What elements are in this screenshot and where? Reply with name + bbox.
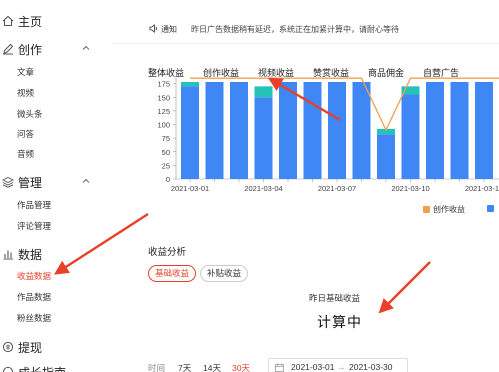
sidebar-item-growth[interactable]: 成长指南: [0, 362, 112, 372]
bar-creation-revenue: [230, 82, 248, 179]
sidebar-group-data[interactable]: 数据: [0, 244, 112, 266]
layers-icon: [2, 176, 14, 188]
date-start: 2021-03-01: [291, 362, 335, 372]
sidebar-item-label: 成长指南: [18, 364, 66, 372]
sidebar-item-fans-data[interactable]: 粉丝数据: [17, 312, 51, 324]
bar-creation-revenue: [254, 97, 273, 179]
x-tick-label: 2021-03-04: [244, 184, 282, 193]
bar-creation-revenue: [181, 86, 199, 179]
bar-creation-revenue: [303, 82, 322, 179]
legend-swatch: [487, 205, 494, 212]
y-tick-label: 125: [157, 107, 170, 116]
sidebar-group-manage[interactable]: 管理: [0, 172, 112, 194]
sidebar-group-label: 创作: [18, 43, 43, 57]
sidebar-item-home[interactable]: 主页: [0, 11, 112, 33]
legend-label: 创作收益: [433, 205, 465, 214]
calendar-icon: [275, 363, 284, 372]
tab-subsidy-revenue[interactable]: 补贴收益: [200, 265, 249, 282]
bar-creation-revenue: [475, 82, 493, 179]
range-7-days[interactable]: 7天: [178, 362, 191, 372]
coin-icon: [2, 341, 14, 353]
chevron-up-icon[interactable]: [82, 44, 90, 52]
y-tick-label: 175: [157, 80, 170, 89]
legend-item-creation[interactable]: 创作收益: [423, 204, 465, 215]
yesterday-basic-revenue-value: 计算中: [317, 314, 362, 330]
range-30-days[interactable]: 30天: [232, 362, 250, 372]
revenue-chart: 0 25 50 75 100 125 150 175 2021-03-01 2021-03-04 2…: [157, 76, 499, 193]
legend-item-secondary[interactable]: [487, 204, 497, 213]
sidebar-group-label: 管理: [18, 176, 43, 190]
bar-creation-revenue: [205, 82, 224, 179]
x-tick-label: 2021-03-01: [171, 184, 209, 193]
sidebar-item-works-data[interactable]: 作品数据: [17, 291, 51, 303]
y-tick-label: 50: [162, 148, 170, 157]
compass-icon: [2, 366, 14, 372]
sidebar-item-audio[interactable]: 音频: [17, 148, 34, 160]
x-tick-label: 2021-03-07: [318, 184, 356, 193]
range-14-days[interactable]: 14天: [203, 362, 221, 372]
revenue-analysis-title: 收益分析: [148, 247, 187, 258]
yesterday-basic-revenue-label: 昨日基础收益: [309, 293, 361, 303]
sidebar-item-weitoutiao[interactable]: 微头条: [17, 108, 43, 120]
sidebar-item-article[interactable]: 文章: [17, 66, 34, 78]
y-tick-label: 0: [166, 175, 170, 184]
bar-creation-revenue: [426, 82, 444, 179]
sidebar-item-works-manage[interactable]: 作品管理: [17, 199, 51, 211]
bar-creation-revenue: [279, 82, 297, 179]
bar-secondary-revenue: [181, 82, 199, 87]
sidebar-item-label: 提现: [18, 341, 43, 355]
bar-creation-revenue: [377, 134, 395, 179]
y-tick-label: 100: [157, 121, 170, 130]
sidebar-group-create[interactable]: 创作: [0, 39, 112, 61]
notice-bar: 通知 昨日广告数据稍有延迟，系统正在加紧计算中，请耐心等待: [112, 14, 499, 44]
chevron-up-icon[interactable]: [82, 177, 90, 185]
date-separator: →: [337, 362, 346, 372]
bar-secondary-revenue: [254, 86, 273, 98]
bar-creation-revenue: [450, 82, 469, 179]
y-tick-label: 75: [162, 134, 170, 143]
speaker-icon: [149, 24, 157, 33]
sidebar-item-video[interactable]: 视频: [17, 87, 34, 99]
bar-creation-revenue: [328, 82, 346, 179]
sidebar-item-label: 主页: [18, 15, 43, 29]
pen-icon: [3, 43, 14, 55]
time-range-label: 时间: [148, 363, 166, 372]
sidebar-item-qa[interactable]: 问答: [17, 128, 34, 140]
date-range-picker[interactable]: 2021-03-01 → 2021-03-30: [268, 358, 408, 372]
x-tick-label: 2021-03-13: [465, 184, 499, 193]
bar-chart-icon: [3, 250, 13, 260]
notice-message: 昨日广告数据稍有延迟，系统正在加紧计算中，请耐心等待: [191, 25, 399, 34]
sidebar-item-revenue-data[interactable]: 收益数据: [17, 270, 51, 282]
date-end: 2021-03-30: [349, 362, 393, 372]
sidebar-item-withdraw[interactable]: 提现: [0, 337, 112, 359]
sidebar: 主页 创作 文章 视频 微头条 问答 音频 管理 作品管理 评论管理 数据 收益…: [0, 0, 112, 372]
notice-tag: 通知: [161, 25, 177, 34]
tab-basic-revenue[interactable]: 基础收益: [148, 265, 197, 282]
home-icon: [2, 15, 14, 27]
bar-creation-revenue: [401, 94, 420, 179]
legend-swatch: [423, 206, 430, 213]
sidebar-item-comments-manage[interactable]: 评论管理: [17, 220, 51, 232]
y-tick-label: 150: [157, 93, 170, 102]
bar-creation-revenue: [352, 82, 371, 179]
sidebar-group-label: 数据: [18, 248, 43, 262]
y-tick-label: 25: [162, 161, 170, 170]
x-tick-label: 2021-03-10: [391, 184, 429, 193]
